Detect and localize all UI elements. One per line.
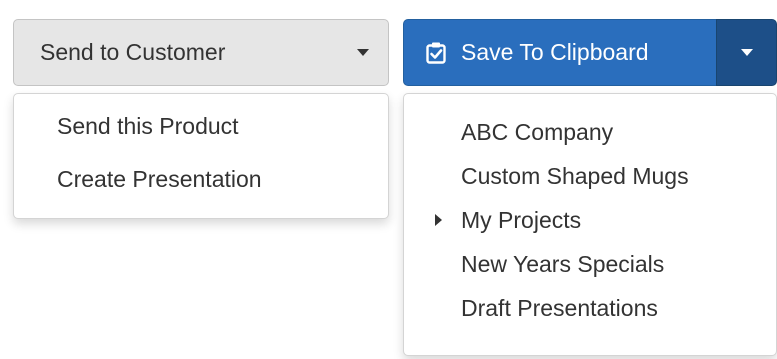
menu-item-create-presentation[interactable]: Create Presentation bbox=[14, 166, 388, 193]
save-to-clipboard-label: Save To Clipboard bbox=[461, 39, 649, 65]
send-to-customer-menu: Send this Product Create Presentation bbox=[13, 93, 389, 219]
menu-item-draft-presentations[interactable]: Draft Presentations bbox=[404, 295, 776, 339]
caret-down-icon bbox=[740, 49, 753, 56]
menu-item-new-years-specials[interactable]: New Years Specials bbox=[404, 251, 776, 295]
menu-item-label: Custom Shaped Mugs bbox=[461, 163, 689, 189]
menu-item-send-this-product[interactable]: Send this Product bbox=[14, 113, 388, 140]
menu-item-label: My Projects bbox=[461, 207, 582, 233]
menu-item-abc-company[interactable]: ABC Company bbox=[404, 119, 776, 163]
save-to-clipboard-toggle[interactable] bbox=[716, 19, 777, 86]
menu-item-label: ABC Company bbox=[461, 119, 614, 145]
save-to-clipboard-button[interactable]: Save To Clipboard bbox=[403, 19, 716, 86]
send-to-customer-button[interactable]: Send to Customer bbox=[13, 19, 389, 86]
clipboard-check-icon bbox=[426, 42, 446, 64]
save-to-clipboard-menu: ABC Company Custom Shaped Mugs My Projec… bbox=[403, 93, 777, 356]
caret-down-icon bbox=[357, 49, 369, 56]
send-to-customer-label: Send to Customer bbox=[40, 39, 226, 65]
menu-item-my-projects[interactable]: My Projects bbox=[404, 207, 776, 251]
caret-right-icon bbox=[435, 214, 442, 226]
menu-item-label: New Years Specials bbox=[461, 251, 665, 277]
menu-item-custom-shaped-mugs[interactable]: Custom Shaped Mugs bbox=[404, 163, 776, 207]
menu-item-label: Draft Presentations bbox=[461, 295, 658, 321]
